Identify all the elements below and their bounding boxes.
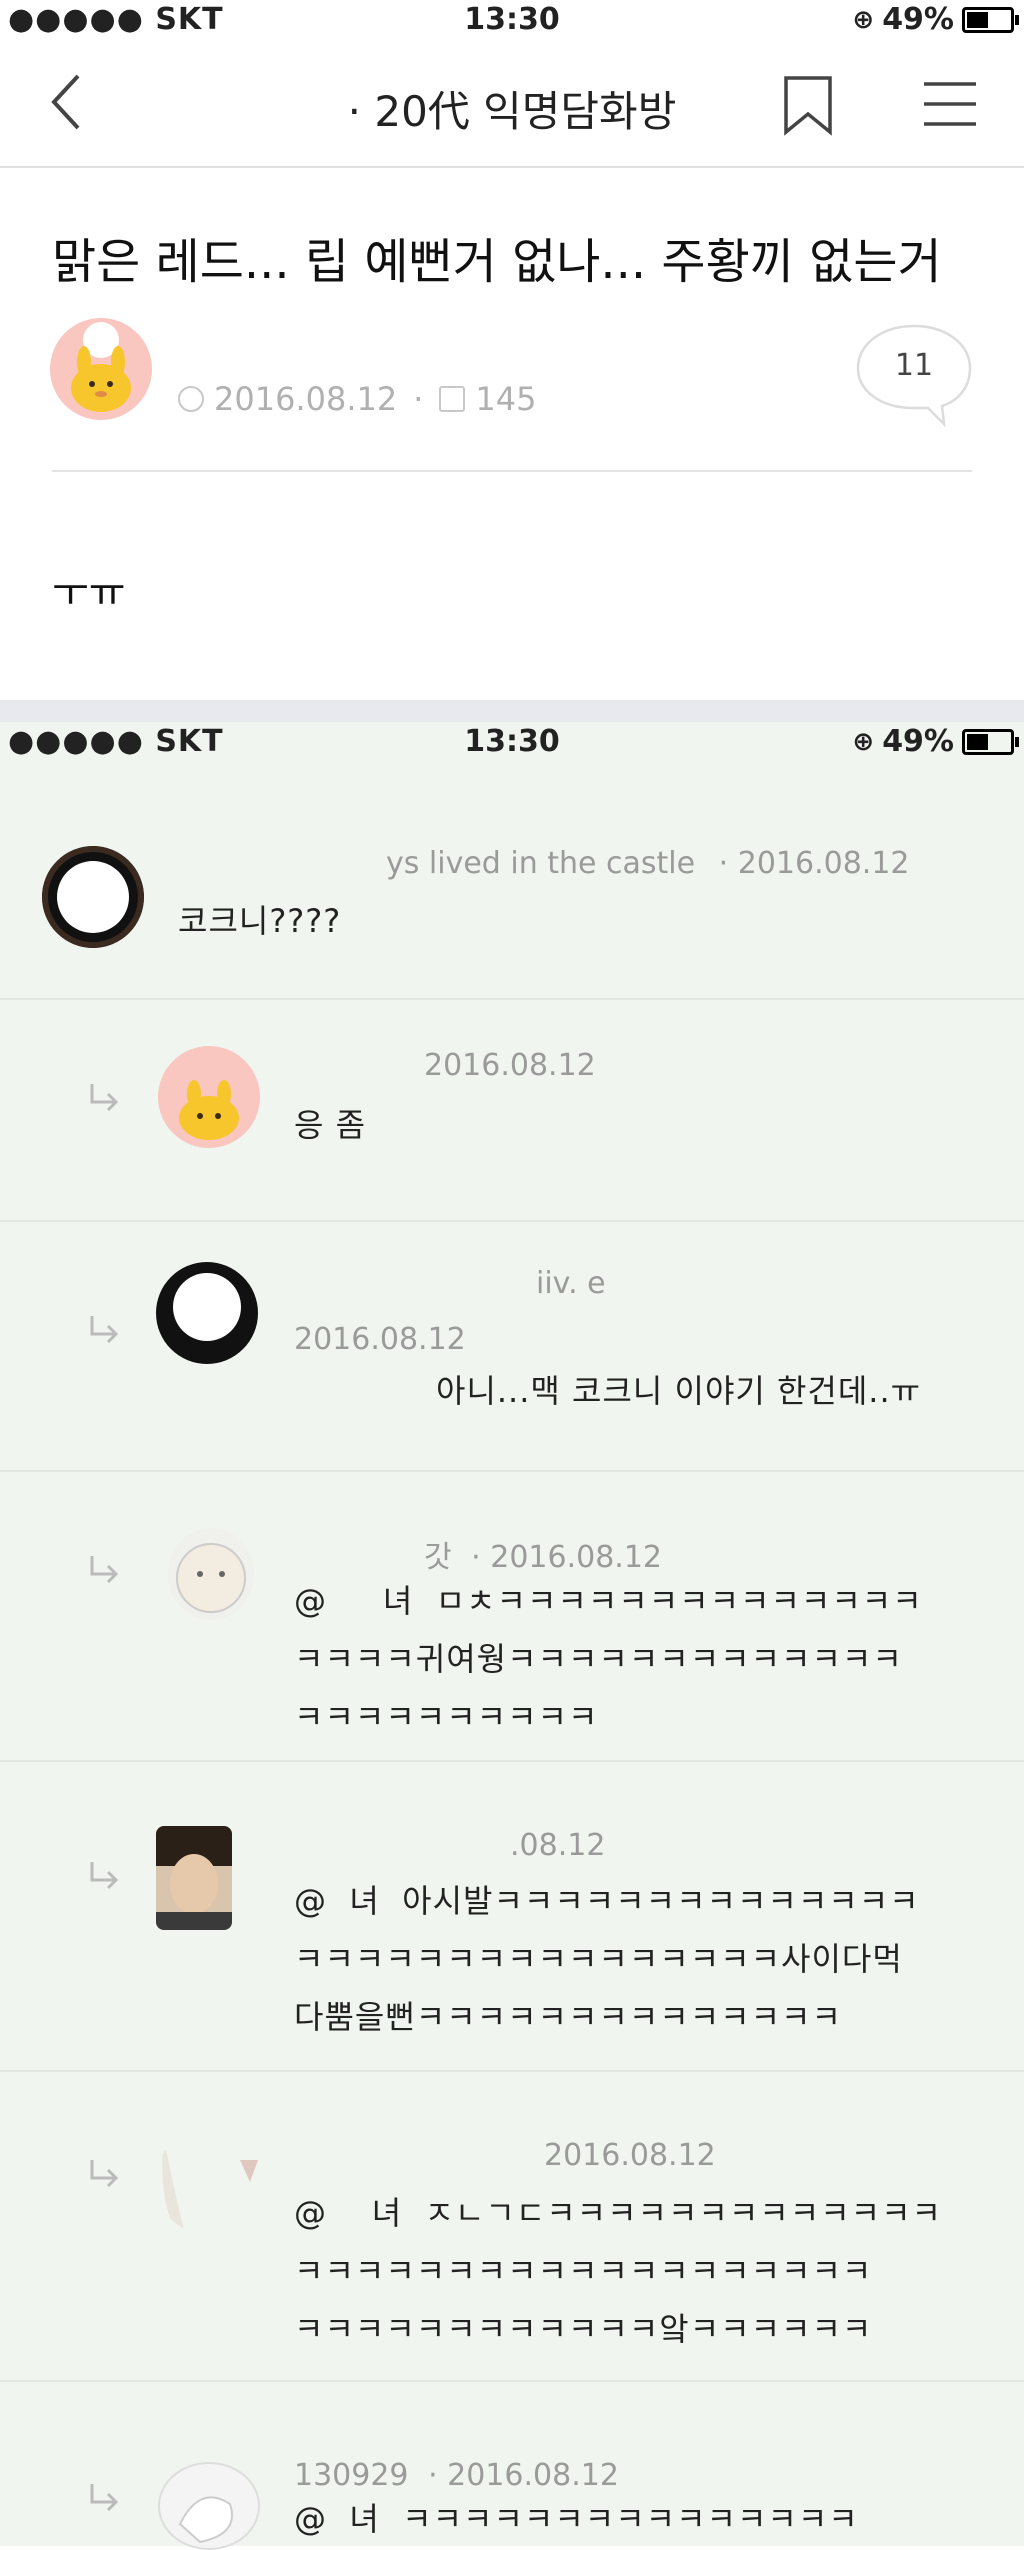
reply-item[interactable]: 갓 · 2016.08.12 @ 녀 ㅁㅊㅋㅋㅋㅋㅋㅋㅋㅋㅋㅋㅋㅋㅋㅋ ㅋㅋㅋㅋ… xyxy=(0,1472,1024,1762)
comment-item[interactable]: ys lived in the castle · 2016.08.12 코크니?… xyxy=(0,780,1024,1000)
comment-date: 2016.08.12 xyxy=(294,1322,466,1357)
battery-icon xyxy=(962,6,1019,33)
post-body: ㅜㅠ xyxy=(52,570,126,616)
post-title: 맑은 레드... 립 예뻔거 없나... 주황끼 없는거 xyxy=(52,234,942,290)
status-bar: ●●●●● SKT 13:30 ⊕ 49% xyxy=(0,0,1024,40)
character-face-icon xyxy=(71,322,131,412)
post-meta: 2016.08.12 · 145 xyxy=(178,380,536,418)
comment-author: iiv. e xyxy=(536,1266,606,1301)
author-avatar[interactable] xyxy=(50,318,152,420)
comment-text: 응 좀 xyxy=(294,1106,367,1144)
comment-text: 코크니???? xyxy=(178,902,342,940)
board-title: · 20代 익명담화방 xyxy=(347,87,677,136)
status-bar-2: ●●●●● SKT 13:30 ⊕ 49% xyxy=(0,722,1024,762)
comment-author: 130929 · 2016.08.12 xyxy=(294,2458,619,2493)
comment-text: @ 녀 ㅋㅋㅋㅋㅋㅋㅋㅋㅋㅋㅋㅋㅋㅋㅋ xyxy=(294,2500,859,2538)
battery-percent-2: 49% xyxy=(882,724,954,759)
comment-date: 2016.08.12 xyxy=(424,1048,596,1083)
comment-count: 11 xyxy=(894,348,934,383)
comment-date: · 2016.08.12 xyxy=(718,846,910,881)
comment-date: 2016.08.12 xyxy=(544,2138,716,2173)
view-count: 145 xyxy=(475,380,537,418)
comment-count-button[interactable]: 11 xyxy=(852,320,976,430)
reply-arrow-icon xyxy=(90,1862,119,1890)
reply-item[interactable]: iiv. e 2016.08.12 아니...맥 코크니 이야기 한건데..ㅠ xyxy=(0,1222,1024,1472)
character-face-icon xyxy=(178,2496,233,2544)
commenter-avatar[interactable] xyxy=(42,846,144,948)
battery-icon xyxy=(962,728,1019,755)
lock-rotation-icon: ⊕ xyxy=(852,4,875,35)
reply-item[interactable]: 2016.08.12 @ 녀 ㅈㄴㄱㄷㅋㅋㅋㅋㅋㅋㅋㅋㅋㅋㅋㅋㅋ ㅋㅋㅋㅋㅋㅋㅋ… xyxy=(0,2072,1024,2382)
comment-author: 갓 · 2016.08.12 xyxy=(424,1540,662,1575)
commenter-avatar[interactable] xyxy=(156,1826,232,1930)
comment-author: ys lived in the castle · 2016.08.12 xyxy=(386,846,910,881)
comment-text: @ 녀 ㅈㄴㄱㄷㅋㅋㅋㅋㅋㅋㅋㅋㅋㅋㅋㅋㅋ ㅋㅋㅋㅋㅋㅋㅋㅋㅋㅋㅋㅋㅋㅋㅋㅋㅋㅋ… xyxy=(294,2194,942,2348)
bookmark-icon[interactable] xyxy=(780,74,836,136)
commenter-avatar[interactable] xyxy=(158,1046,260,1148)
commenter-avatar[interactable] xyxy=(158,2462,260,2550)
views-icon xyxy=(439,386,466,412)
navigation-bar: · 20代 익명담화방 xyxy=(0,40,1024,168)
reply-item[interactable]: .08.12 @ 녀 아시발ㅋㅋㅋㅋㅋㅋㅋㅋㅋㅋㅋㅋㅋㅋ ㅋㅋㅋㅋㅋㅋㅋㅋㅋㅋㅋ… xyxy=(0,1762,1024,2072)
hamburger-menu-icon[interactable] xyxy=(920,78,980,130)
profile-photo-icon xyxy=(173,1273,241,1341)
commenter-avatar[interactable] xyxy=(156,1262,258,1364)
comment-text: @ 녀 아시발ㅋㅋㅋㅋㅋㅋㅋㅋㅋㅋㅋㅋㅋㅋ ㅋㅋㅋㅋㅋㅋㅋㅋㅋㅋㅋㅋㅋㅋㅋㅋ사이… xyxy=(294,1882,920,2036)
screenshot-seam xyxy=(0,700,1024,722)
clock-icon xyxy=(178,386,204,412)
battery-area-2: ⊕ 49% xyxy=(852,724,1019,759)
comment-date: .08.12 xyxy=(510,1828,606,1863)
reply-arrow-icon xyxy=(90,2160,119,2188)
profile-photo-icon xyxy=(42,846,144,948)
post-date: 2016.08.12 xyxy=(214,380,398,418)
reply-arrow-icon xyxy=(90,1084,119,1112)
commenter-avatar[interactable] xyxy=(154,2130,264,2234)
character-face-icon xyxy=(176,1543,246,1613)
character-face-icon xyxy=(179,1080,239,1140)
reply-arrow-icon xyxy=(90,1556,119,1584)
battery-area: ⊕ 49% xyxy=(852,2,1019,37)
comment-text: 아니...맥 코크니 이야기 한건데..ㅠ xyxy=(436,1372,922,1410)
commenter-avatar[interactable] xyxy=(168,1528,254,1620)
comments-screen: ●●●●● SKT 13:30 ⊕ 49% ys lived in the ca… xyxy=(0,722,1024,2550)
divider xyxy=(52,470,972,472)
profile-photo-icon xyxy=(156,1826,232,1930)
comment-text: @ 녀 ㅁㅊㅋㅋㅋㅋㅋㅋㅋㅋㅋㅋㅋㅋㅋㅋ ㅋㅋㅋㅋ귀여웡ㅋㅋㅋㅋㅋㅋㅋㅋㅋㅋㅋㅋ… xyxy=(294,1582,923,1736)
battery-percent: 49% xyxy=(882,2,954,37)
reply-arrow-icon xyxy=(90,1316,119,1344)
profile-photo-icon xyxy=(162,2140,258,2230)
reply-arrow-icon xyxy=(90,2484,119,2512)
lock-rotation-icon: ⊕ xyxy=(852,726,875,757)
comment-date: · 2016.08.12 xyxy=(428,2458,619,2493)
reply-item[interactable]: 2016.08.12 응 좀 xyxy=(0,1000,1024,1222)
comment-date: · 2016.08.12 xyxy=(471,1540,662,1575)
reply-item[interactable]: 130929 · 2016.08.12 @ 녀 ㅋㅋㅋㅋㅋㅋㅋㅋㅋㅋㅋㅋㅋㅋㅋ xyxy=(0,2382,1024,2550)
